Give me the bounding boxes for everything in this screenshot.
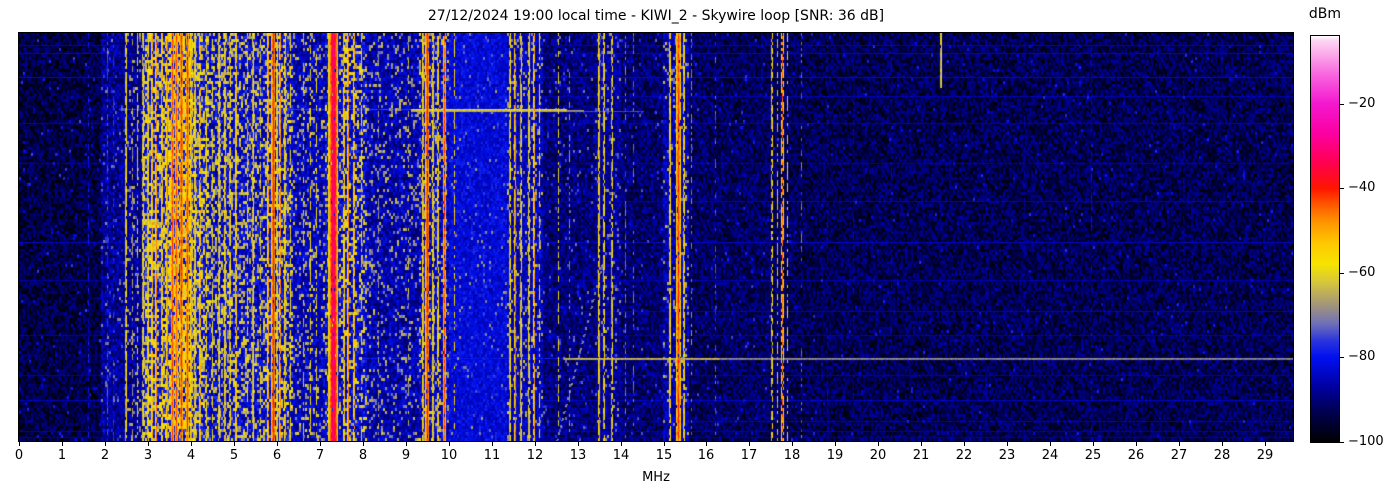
x-tick-label: 11: [483, 448, 501, 463]
x-tick: [1222, 442, 1223, 446]
x-tick-label: 12: [526, 448, 544, 463]
x-tick: [62, 442, 63, 446]
colorbar-tick: [1340, 357, 1344, 358]
x-tick-label: 7: [315, 448, 325, 463]
x-tick-label: 29: [1256, 448, 1274, 463]
x-tick: [105, 442, 106, 446]
x-tick-label: 5: [229, 448, 239, 463]
colorbar-gradient: [1311, 36, 1339, 442]
x-tick: [535, 442, 536, 446]
x-tick: [1136, 442, 1137, 446]
x-tick: [1179, 442, 1180, 446]
x-tick-label: 17: [740, 448, 758, 463]
colorbar-tick-label: −20: [1348, 96, 1376, 111]
x-tick: [749, 442, 750, 446]
colorbar-label: dBm: [1308, 6, 1342, 22]
x-tick-label: 14: [612, 448, 630, 463]
spectrogram-canvas: [18, 32, 1294, 442]
x-tick-label: 4: [186, 448, 196, 463]
x-tick-label: 16: [697, 448, 715, 463]
colorbar-tick: [1340, 273, 1344, 274]
x-tick: [792, 442, 793, 446]
colorbar-tick-label: −40: [1348, 180, 1376, 195]
x-tick-label: 21: [912, 448, 930, 463]
x-tick-label: 9: [401, 448, 411, 463]
chart-title: 27/12/2024 19:00 local time - KIWI_2 - S…: [427, 8, 885, 24]
colorbar-tick: [1340, 104, 1344, 105]
colorbar-tick: [1340, 188, 1344, 189]
x-tick: [1050, 442, 1051, 446]
x-tick-label: 10: [440, 448, 458, 463]
x-tick: [964, 442, 965, 446]
x-tick: [277, 442, 278, 446]
x-tick: [449, 442, 450, 446]
x-tick: [835, 442, 836, 446]
x-tick-label: 25: [1084, 448, 1102, 463]
x-tick: [664, 442, 665, 446]
x-tick-label: 6: [272, 448, 282, 463]
x-tick-label: 19: [826, 448, 844, 463]
x-tick-label: 3: [143, 448, 153, 463]
x-tick: [921, 442, 922, 446]
x-axis-label: MHz: [642, 470, 670, 485]
x-tick: [1265, 442, 1266, 446]
x-tick-label: 23: [998, 448, 1016, 463]
x-tick: [320, 442, 321, 446]
x-tick-label: 27: [1170, 448, 1188, 463]
x-tick: [148, 442, 149, 446]
x-tick: [1007, 442, 1008, 446]
x-tick-label: 0: [14, 448, 24, 463]
x-tick-label: 1: [57, 448, 67, 463]
x-tick: [234, 442, 235, 446]
x-tick-label: 8: [358, 448, 368, 463]
x-tick-label: 15: [655, 448, 673, 463]
x-tick: [578, 442, 579, 446]
x-tick: [706, 442, 707, 446]
colorbar-tick: [1340, 442, 1344, 443]
x-tick: [191, 442, 192, 446]
x-tick-label: 18: [783, 448, 801, 463]
x-tick-label: 24: [1041, 448, 1059, 463]
x-tick-label: 26: [1127, 448, 1145, 463]
x-tick-label: 13: [569, 448, 587, 463]
colorbar: [1310, 35, 1340, 443]
colorbar-tick-label: −100: [1348, 434, 1384, 449]
x-tick-label: 22: [955, 448, 973, 463]
x-tick: [492, 442, 493, 446]
x-tick: [19, 442, 20, 446]
x-tick-label: 28: [1213, 448, 1231, 463]
x-tick: [1093, 442, 1094, 446]
colorbar-tick-label: −60: [1348, 265, 1376, 280]
x-tick: [363, 442, 364, 446]
x-tick: [406, 442, 407, 446]
x-tick: [621, 442, 622, 446]
colorbar-tick-label: −80: [1348, 349, 1376, 364]
figure: 27/12/2024 19:00 local time - KIWI_2 - S…: [0, 0, 1400, 500]
x-tick-label: 20: [869, 448, 887, 463]
x-tick: [878, 442, 879, 446]
x-tick-label: 2: [100, 448, 110, 463]
